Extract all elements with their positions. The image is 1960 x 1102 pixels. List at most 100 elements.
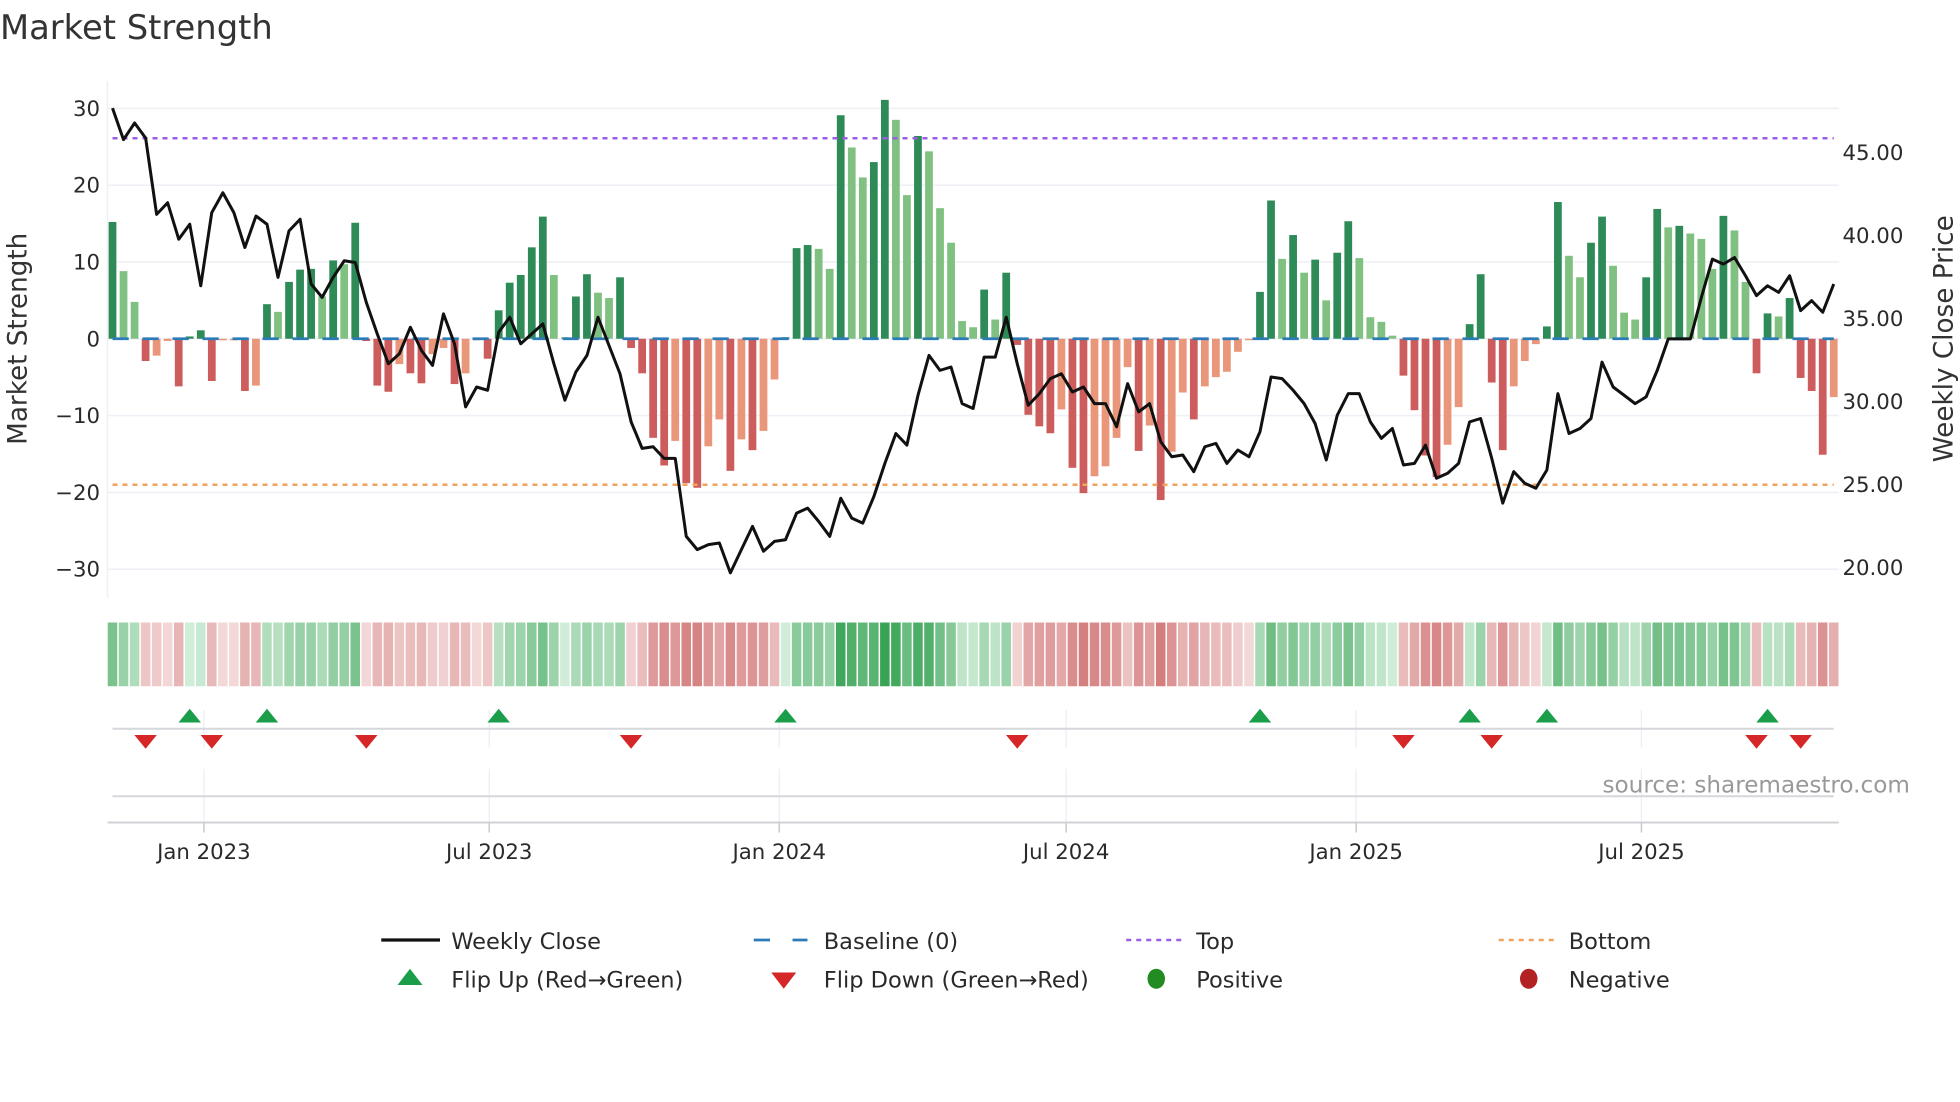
y2-tick-label: 35.00	[1843, 307, 1904, 332]
strength-bar	[1543, 326, 1551, 339]
strength-bar	[770, 338, 779, 380]
heat-cell	[1597, 622, 1607, 687]
heat-cell	[714, 622, 725, 687]
strength-bar	[1432, 338, 1441, 478]
flip-up-marker	[774, 708, 797, 723]
strength-bar	[1289, 235, 1297, 339]
heat-cell	[1729, 622, 1740, 687]
legend-item-bottom[interactable]: Bottom	[1498, 929, 1652, 955]
strength-bar	[1421, 338, 1430, 456]
heat-cell	[1398, 622, 1409, 687]
legend-item-positive[interactable]: Positive	[1147, 968, 1284, 994]
strength-bar	[847, 147, 856, 339]
heat-cell	[1740, 622, 1751, 687]
strength-bar	[825, 268, 834, 339]
strength-bar	[1520, 338, 1529, 362]
y-tick-label: 0	[86, 327, 100, 352]
strength-bar	[439, 338, 448, 348]
strength-bar	[1509, 338, 1518, 387]
x-tick-label: Jul 2025	[1596, 840, 1684, 865]
heat-cell	[1409, 622, 1420, 687]
strength-bar	[1587, 242, 1595, 339]
heat-cell	[1575, 622, 1585, 687]
heat-cell	[1177, 622, 1188, 687]
source-label: source: sharemaestro.com	[1603, 773, 1910, 799]
strength-bar	[119, 271, 128, 339]
heat-cell	[1056, 622, 1067, 687]
strength-bar	[141, 338, 150, 362]
strength-bar	[869, 162, 878, 339]
heat-cell	[1464, 622, 1475, 687]
strength-bar	[1653, 208, 1662, 339]
strength-bar	[1123, 338, 1132, 368]
strength-bar	[1333, 252, 1342, 339]
heat-cell	[1486, 622, 1497, 687]
flip-up-marker	[255, 708, 279, 723]
flip-up-marker	[1756, 708, 1779, 723]
strength-bar	[1708, 268, 1717, 339]
strength-bar	[671, 338, 680, 441]
heat-cell	[107, 622, 118, 687]
legend-label: Top	[1195, 929, 1234, 955]
legend-item-close[interactable]: Weekly Close	[381, 929, 601, 955]
heat-cell	[1012, 622, 1023, 687]
legend-item-top[interactable]: Top	[1126, 929, 1234, 955]
strength-bar	[1189, 338, 1198, 420]
legend-item-flip-down[interactable]: Flip Down (Green→Red)	[771, 968, 1089, 994]
heat-cell	[317, 622, 327, 687]
strength-bar	[660, 338, 669, 466]
strength-bars	[108, 99, 1838, 501]
heat-cell	[1089, 622, 1100, 687]
strength-bar	[638, 338, 646, 374]
strength-bar	[1234, 338, 1242, 352]
strength-bar	[538, 216, 547, 339]
strength-bar	[373, 338, 382, 386]
heat-cell	[1762, 622, 1773, 687]
heat-cell	[1751, 622, 1762, 687]
strength-bar	[1465, 324, 1474, 339]
right-axis-ticks: 45.00 40.00 35.00 30.00 25.00 20.00	[1843, 141, 1904, 581]
flip-down-marker	[1006, 735, 1029, 749]
flip-down-marker	[1480, 735, 1503, 749]
legend-item-negative[interactable]: Negative	[1520, 968, 1670, 994]
weekly-close-line	[111, 107, 1836, 575]
heat-cell	[835, 622, 846, 687]
legend-item-flip-up[interactable]: Flip Up (Red→Green)	[397, 968, 684, 994]
heat-cell	[659, 622, 669, 687]
heat-cell	[1266, 622, 1276, 687]
strength-bar	[1818, 338, 1827, 455]
heat-cell	[1100, 622, 1111, 687]
heat-cell	[1442, 622, 1453, 687]
heat-cell	[372, 622, 383, 687]
y-tick-label: −10	[55, 404, 100, 429]
heat-cell	[626, 622, 636, 687]
heat-cell	[449, 622, 460, 687]
heat-cell	[460, 622, 471, 687]
heat-cell	[1586, 622, 1596, 687]
x-tick-label: Jan 2023	[155, 840, 251, 865]
heat-cell	[339, 622, 349, 687]
heat-cell	[1564, 622, 1574, 687]
heat-cell	[1806, 622, 1817, 687]
flip-up-marker	[1248, 708, 1272, 723]
strength-bar	[1035, 338, 1044, 427]
heat-cell	[725, 622, 736, 687]
strength-bar	[1498, 338, 1507, 451]
strength-bar	[1454, 338, 1463, 408]
heat-cell	[582, 622, 592, 687]
heat-cell	[538, 622, 548, 687]
x-axis-ticks: Jan 2023 Jul 2023 Jan 2024 Jul 2024 Jan 2025…	[155, 822, 1685, 865]
strength-bar	[163, 338, 172, 342]
strength-bar	[748, 338, 757, 451]
y2-tick-label: 25.00	[1843, 473, 1904, 498]
chart-title: Market Strength	[0, 8, 273, 47]
heat-cell	[648, 622, 658, 687]
heat-cell	[1674, 622, 1685, 687]
heat-cell	[162, 622, 173, 687]
heat-cell	[604, 622, 614, 687]
flip-panel-gridlines	[203, 710, 1643, 823]
legend-item-baseline[interactable]: Baseline (0)	[753, 929, 958, 955]
strength-bar	[1598, 216, 1606, 339]
strength-bar	[792, 248, 801, 339]
strength-bar	[836, 115, 845, 339]
